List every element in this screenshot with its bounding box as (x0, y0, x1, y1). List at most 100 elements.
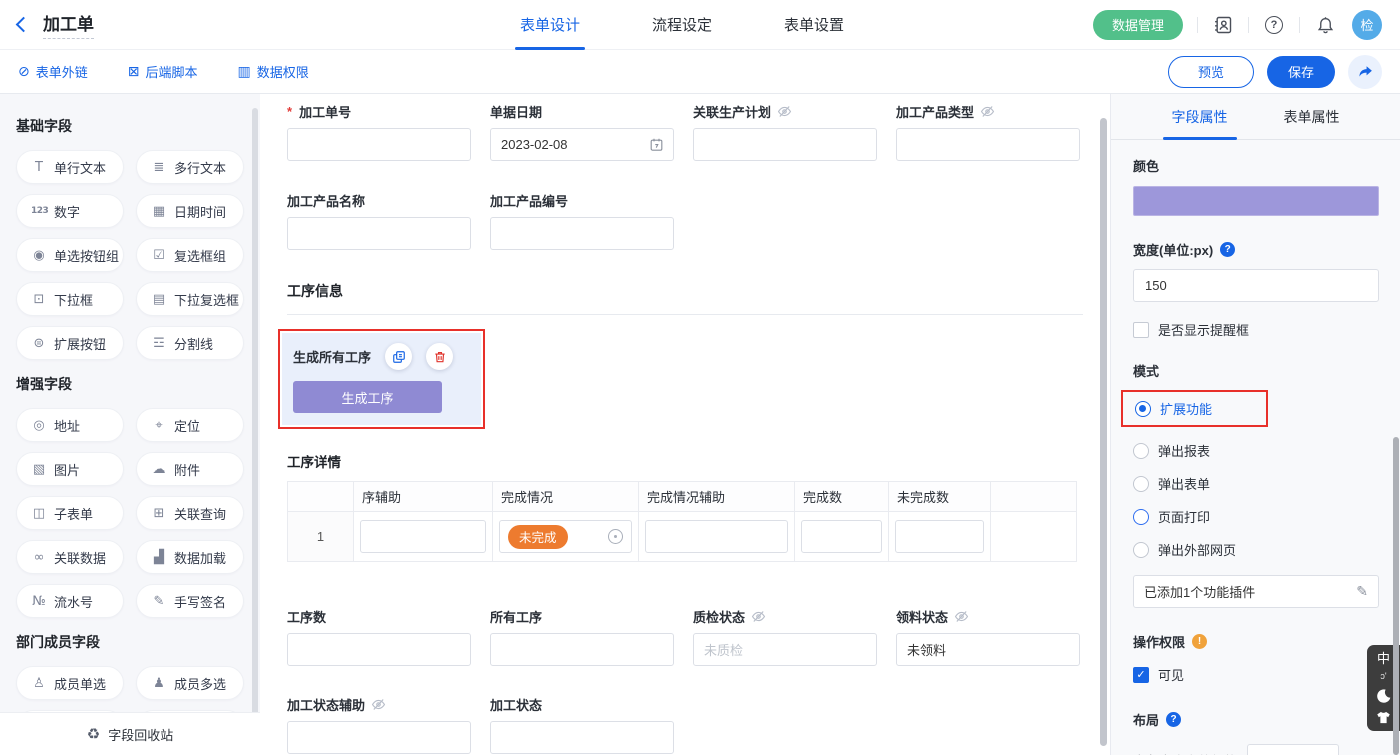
sidebar-scrollbar[interactable] (252, 108, 258, 720)
reminder-checkbox-row[interactable]: 是否显示提醒框 (1133, 320, 1378, 339)
process-status-helper-input[interactable] (287, 721, 471, 754)
field-item-divider[interactable]: ☲分割线 (136, 326, 244, 360)
layout-width-select[interactable]: 1/4 (1247, 744, 1339, 755)
field-item-radio-group[interactable]: ◉单选按钮组 (16, 238, 124, 272)
field-item-related-query[interactable]: ⊞关联查询 (136, 496, 244, 530)
moon-icon[interactable] (1376, 688, 1392, 704)
field-item-related-data[interactable]: ∞关联数据 (16, 540, 124, 574)
field-item-checkbox-group[interactable]: ☑复选框组 (136, 238, 244, 272)
field-document-date[interactable]: 单据日期 2023-02-08 (490, 103, 674, 161)
process-detail-table: 序辅助 完成情况 完成情况辅助 完成数 未完成数 1 未完成 (287, 481, 1077, 562)
copy-field-button[interactable] (385, 343, 412, 370)
related-production-plan-input[interactable] (693, 128, 877, 161)
field-process-order-no[interactable]: *加工单号 (287, 103, 471, 161)
shirt-skin-icon[interactable] (1376, 711, 1391, 724)
visible-checkbox[interactable]: ✓ (1133, 667, 1149, 683)
seq-helper-input[interactable] (360, 520, 486, 553)
field-material-status[interactable]: 领料状态 未领料 (896, 608, 1080, 666)
data-permission-link[interactable]: ▥ 数据权限 (238, 62, 309, 81)
property-panel: 字段属性 表单属性 颜色 宽度(单位:px) ? 150 是否显示提醒框 模式 … (1110, 94, 1400, 755)
field-related-production-plan[interactable]: 关联生产计划 (693, 103, 877, 161)
back-icon[interactable] (16, 17, 32, 33)
field-item-signature[interactable]: ✎手写签名 (136, 584, 244, 618)
process-order-no-input[interactable] (287, 128, 471, 161)
help-icon[interactable]: ? (1263, 14, 1285, 36)
field-item-address[interactable]: ◎地址 (16, 408, 124, 442)
field-process-count[interactable]: 工序数 (287, 608, 471, 666)
address-book-icon[interactable] (1212, 14, 1234, 36)
field-item-location[interactable]: ⌖定位 (136, 408, 244, 442)
field-item-image[interactable]: ▧图片 (16, 452, 124, 486)
save-button[interactable]: 保存 (1267, 56, 1335, 88)
ime-language-indicator[interactable]: 中 (1377, 652, 1390, 665)
process-status-input[interactable] (490, 721, 674, 754)
help-icon[interactable]: ? (1220, 242, 1235, 257)
field-process-status-helper[interactable]: 加工状态辅助 (287, 696, 471, 754)
uncompleted-count-input[interactable] (895, 520, 984, 553)
mode-popup-external[interactable]: 弹出外部网页 (1133, 540, 1378, 559)
tab-form-setting[interactable]: 表单设置 (784, 0, 844, 50)
tab-form-properties[interactable]: 表单属性 (1284, 94, 1340, 140)
field-item-number[interactable]: 123数字 (16, 194, 124, 228)
mode-extend-function[interactable]: 扩展功能 (1135, 399, 1254, 418)
field-item-dropdown[interactable]: ⊡下拉框 (16, 282, 124, 316)
color-swatch[interactable] (1133, 186, 1379, 216)
document-date-input[interactable]: 2023-02-08 (490, 128, 674, 161)
material-status-input[interactable]: 未领料 (896, 633, 1080, 666)
tab-field-properties[interactable]: 字段属性 (1172, 94, 1228, 140)
process-count-input[interactable] (287, 633, 471, 666)
edit-icon[interactable]: ✎ (1356, 584, 1368, 600)
user-avatar[interactable]: 检 (1352, 10, 1382, 40)
all-processes-input[interactable] (490, 633, 674, 666)
tab-form-design[interactable]: 表单设计 (520, 0, 580, 50)
completion-helper-input[interactable] (645, 520, 788, 553)
help-icon[interactable]: ? (1166, 712, 1181, 727)
field-item-data-load[interactable]: ▟数据加载 (136, 540, 244, 574)
completion-input[interactable]: 未完成 (499, 520, 632, 553)
generate-process-button[interactable]: 生成工序 (293, 381, 442, 413)
field-qc-status[interactable]: 质检状态 未质检 (693, 608, 877, 666)
canvas-scrollbar[interactable] (1100, 118, 1107, 746)
qc-status-input[interactable]: 未质检 (693, 633, 877, 666)
tab-flow-setting[interactable]: 流程设定 (652, 0, 712, 50)
field-product-type[interactable]: 加工产品类型 (896, 103, 1080, 161)
notification-bell-icon[interactable] (1314, 14, 1336, 36)
product-type-input[interactable] (896, 128, 1080, 161)
ime-punctuation-icon[interactable]: ɔ' (1380, 672, 1386, 681)
form-external-link[interactable]: ⊘ 表单外链 (18, 62, 88, 81)
completed-count-input[interactable] (801, 520, 882, 553)
mode-page-print[interactable]: 页面打印 (1133, 507, 1378, 526)
field-item-member-single[interactable]: ♙成员单选 (16, 666, 124, 700)
plugin-config-box[interactable]: 已添加1个功能插件 ✎ (1133, 575, 1379, 608)
backend-script-link[interactable]: ⊠ 后端脚本 (128, 62, 198, 81)
reminder-checkbox[interactable] (1133, 322, 1149, 338)
delete-field-button[interactable] (426, 343, 453, 370)
field-item-member-multi[interactable]: ♟成员多选 (136, 666, 244, 700)
field-item-dropdown-multi[interactable]: ▤下拉复选框 (136, 282, 244, 316)
product-name-input[interactable] (287, 217, 471, 250)
preview-button[interactable]: 预览 (1168, 56, 1254, 88)
field-all-processes[interactable]: 所有工序 (490, 608, 674, 666)
script-icon: ⊠ (128, 64, 140, 80)
field-item-serial-number[interactable]: №流水号 (16, 584, 124, 618)
width-input[interactable]: 150 (1133, 269, 1379, 302)
field-item-multi-text[interactable]: ≣多行文本 (136, 150, 244, 184)
mode-popup-form[interactable]: 弹出表单 (1133, 474, 1378, 493)
page-scrollbar[interactable] (1393, 437, 1399, 755)
selected-field-generate-processes[interactable]: 生成所有工序 生成工序 (282, 333, 481, 425)
field-product-name[interactable]: 加工产品名称 (287, 192, 471, 250)
field-product-code[interactable]: 加工产品编号 (490, 192, 674, 250)
product-code-input[interactable] (490, 217, 674, 250)
field-item-subform[interactable]: ◫子表单 (16, 496, 124, 530)
field-item-single-text[interactable]: T单行文本 (16, 150, 124, 184)
data-manage-button[interactable]: 数据管理 (1093, 10, 1183, 40)
field-process-status[interactable]: 加工状态 (490, 696, 674, 754)
field-item-extend-button[interactable]: ⊜扩展按钮 (16, 326, 124, 360)
form-title[interactable]: 加工单 (43, 10, 94, 39)
field-recycle-bin[interactable]: ♻ 字段回收站 (0, 712, 260, 755)
field-item-datetime[interactable]: ▦日期时间 (136, 194, 244, 228)
visible-checkbox-row[interactable]: ✓ 可见 (1133, 665, 1378, 684)
field-item-attachment[interactable]: ☁附件 (136, 452, 244, 486)
share-button[interactable] (1348, 55, 1382, 89)
mode-popup-report[interactable]: 弹出报表 (1133, 441, 1378, 460)
